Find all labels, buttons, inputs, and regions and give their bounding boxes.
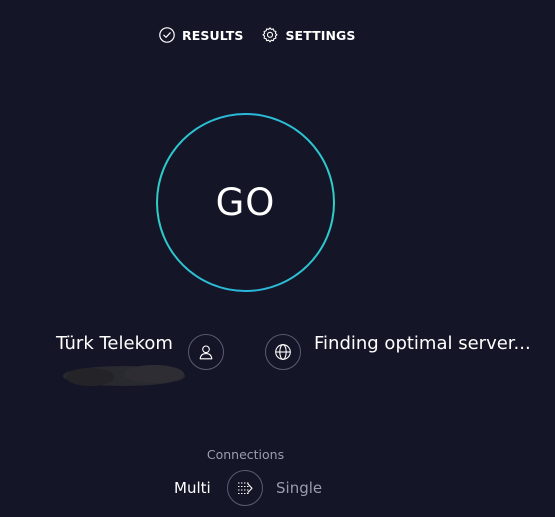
go-label: GO bbox=[215, 181, 276, 224]
single-connection-option[interactable]: Single bbox=[276, 479, 322, 497]
connections-toggle-icon[interactable] bbox=[227, 470, 263, 506]
results-link[interactable]: RESULTS bbox=[158, 26, 243, 44]
results-label: RESULTS bbox=[182, 27, 244, 43]
multi-connection-option[interactable]: Multi bbox=[174, 479, 211, 497]
check-circle-icon bbox=[158, 26, 176, 44]
server-status: Finding optimal server... bbox=[314, 333, 531, 354]
globe-icon[interactable] bbox=[265, 334, 301, 370]
top-nav: RESULTS SETTINGS bbox=[158, 26, 356, 44]
gear-icon bbox=[261, 26, 279, 44]
settings-label: SETTINGS bbox=[285, 27, 356, 43]
settings-link[interactable]: SETTINGS bbox=[261, 26, 355, 44]
go-button[interactable]: GO bbox=[156, 113, 335, 292]
connections-label: Connections bbox=[206, 447, 285, 462]
provider-name: Türk Telekom bbox=[56, 333, 173, 354]
redacted-ip-address bbox=[62, 362, 190, 388]
go-button-inner[interactable]: GO bbox=[158, 115, 333, 290]
user-icon[interactable] bbox=[188, 334, 224, 370]
